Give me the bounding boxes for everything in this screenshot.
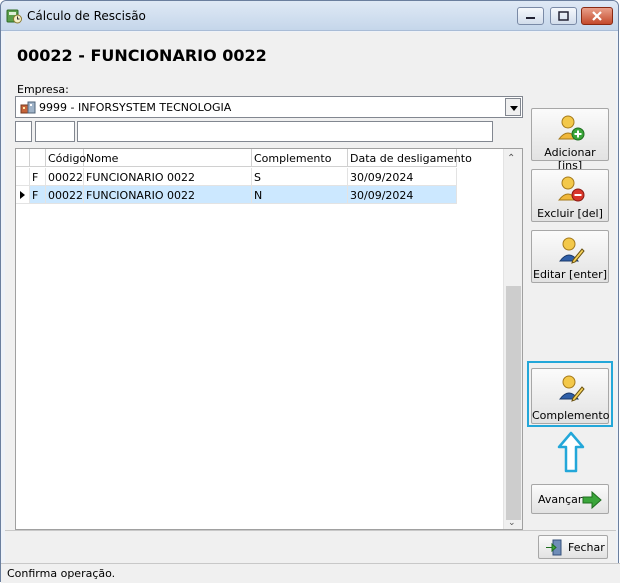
user-edit-icon — [558, 375, 585, 402]
header-indicator — [16, 149, 30, 167]
filter-name-input[interactable] — [77, 121, 493, 142]
delete-button[interactable]: Excluir [del] — [531, 169, 609, 222]
cell-type: F — [30, 186, 46, 204]
arrow-up-outline-icon — [557, 431, 585, 473]
close-icon — [592, 11, 602, 21]
delete-button-label: Excluir [del] — [537, 207, 603, 220]
next-button[interactable]: Avançar — [531, 484, 609, 514]
employee-grid[interactable]: Código Nome Complemento Data de desligam… — [15, 148, 523, 530]
edit-button[interactable]: Editar [enter] — [531, 230, 609, 283]
company-selected-value: 9999 - INFORSYSTEM TECNOLOGIA — [39, 101, 232, 114]
scroll-down-icon[interactable]: ⌄ — [508, 518, 516, 528]
cell-type: F — [30, 168, 46, 186]
vertical-scrollbar[interactable]: ⌃ ⌄ — [503, 149, 522, 529]
edit-button-label: Editar [enter] — [533, 268, 607, 281]
close-button-label: Fechar — [568, 541, 605, 554]
scroll-up-icon[interactable]: ⌃ — [507, 153, 515, 164]
close-window-button[interactable] — [581, 7, 613, 25]
header-type[interactable] — [30, 149, 46, 167]
cell-termination-date: 30/09/2024 — [348, 186, 457, 204]
close-button[interactable]: Fechar — [538, 535, 608, 559]
header-name[interactable]: Nome — [84, 149, 252, 167]
title-bar[interactable]: Cálculo de Rescisão — [1, 1, 618, 31]
header-complement[interactable]: Complemento — [252, 149, 348, 167]
maximize-icon — [558, 11, 569, 21]
page-title: 00022 - FUNCIONARIO 0022 — [17, 46, 267, 65]
table-row[interactable]: F 00022 FUNCIONARIO 0022 S 30/09/2024 — [16, 168, 457, 186]
table-row-selected[interactable]: F 00022 FUNCIONARIO 0022 N 30/09/2024 — [16, 186, 457, 204]
arrow-right-icon — [582, 491, 602, 509]
cell-termination-date: 30/09/2024 — [348, 168, 457, 186]
scrollbar-thumb[interactable] — [506, 286, 521, 520]
cell-code: 00022 — [46, 186, 84, 204]
user-add-icon — [557, 115, 585, 141]
user-remove-icon — [557, 176, 585, 202]
company-dropdown-button[interactable] — [505, 98, 521, 116]
status-bar: Confirma operação. — [1, 563, 620, 583]
client-area: 00022 - FUNCIONARIO 0022 Empresa: 9999 -… — [5, 32, 616, 563]
filter-type-input[interactable] — [15, 121, 32, 142]
company-select[interactable]: 9999 - INFORSYSTEM TECNOLOGIA — [15, 96, 523, 118]
complement-button[interactable]: Complemento — [531, 368, 609, 424]
add-button[interactable]: Adicionar [ins] — [531, 108, 609, 172]
row-indicator — [16, 186, 30, 204]
cell-code: 00022 — [46, 168, 84, 186]
grid-header: Código Nome Complemento Data de desligam… — [16, 149, 472, 167]
cell-complement: S — [252, 168, 348, 186]
status-text: Confirma operação. — [7, 567, 116, 580]
current-row-indicator-icon — [20, 191, 25, 199]
row-indicator — [16, 168, 30, 186]
footer-divider — [5, 530, 616, 531]
company-label: Empresa: — [17, 83, 69, 96]
minimize-button[interactable] — [517, 7, 544, 25]
calculator-clock-icon — [6, 9, 22, 24]
window-title: Cálculo de Rescisão — [27, 9, 146, 23]
cell-name: FUNCIONARIO 0022 — [84, 186, 252, 204]
filter-code-input[interactable] — [35, 121, 75, 142]
header-code[interactable]: Código — [46, 149, 86, 167]
cell-complement: N — [252, 186, 348, 204]
company-building-icon — [20, 101, 36, 114]
next-button-label: Avançar — [538, 493, 583, 506]
exit-door-icon — [546, 539, 562, 556]
user-edit-icon — [558, 237, 585, 264]
complement-button-label: Complemento — [532, 409, 610, 422]
maximize-button[interactable] — [550, 7, 577, 25]
minimize-icon — [526, 17, 535, 19]
header-termination-date[interactable]: Data de desligamento — [348, 149, 472, 167]
cell-name: FUNCIONARIO 0022 — [84, 168, 252, 186]
rescission-window: Cálculo de Rescisão 00022 - FUNCIONARIO … — [0, 0, 620, 583]
